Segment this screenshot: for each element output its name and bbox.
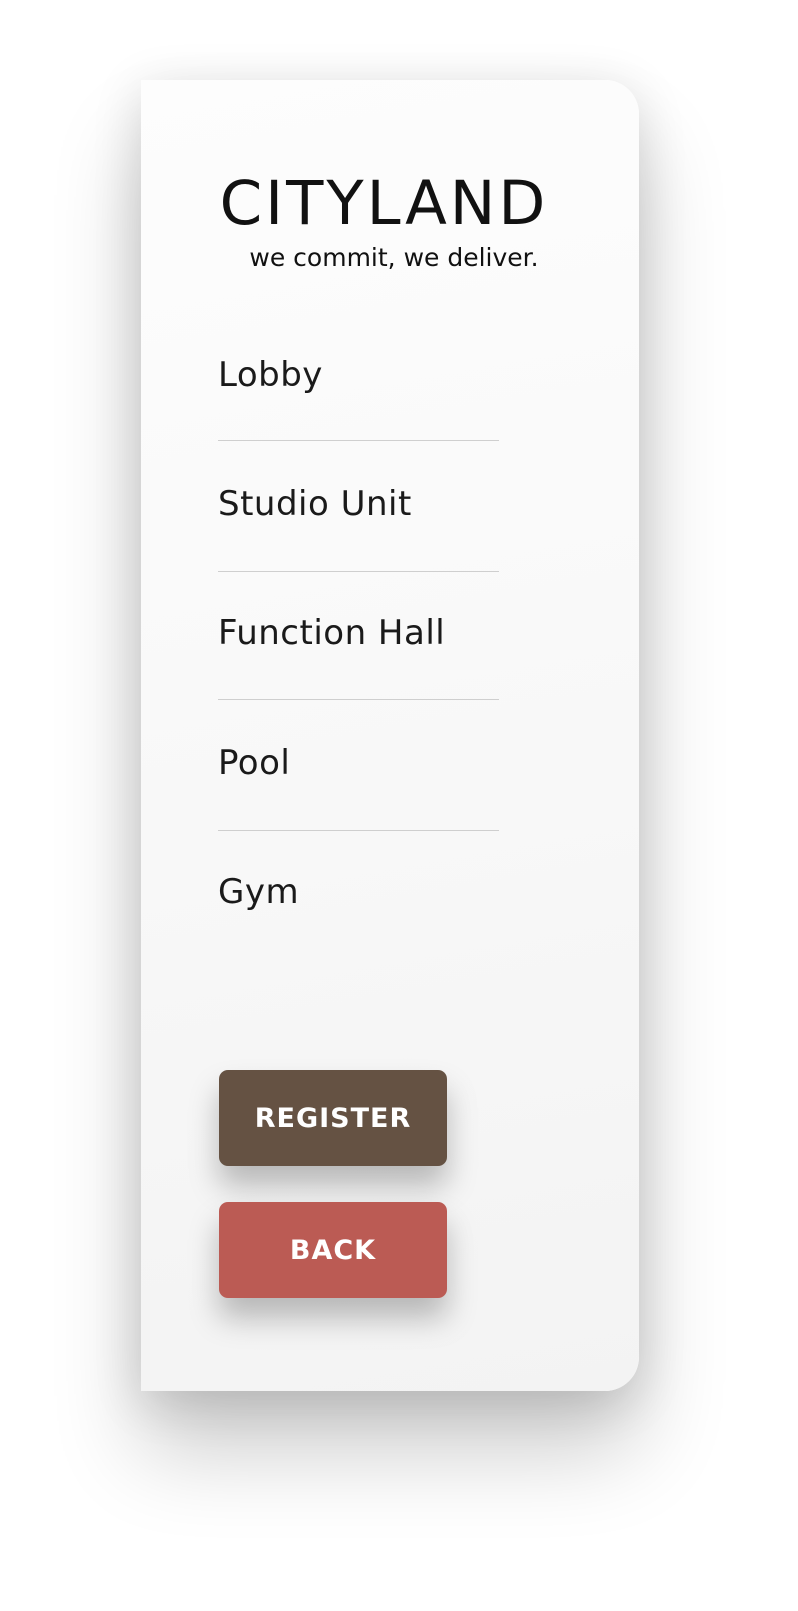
- menu-item-gym[interactable]: Gym: [218, 871, 499, 913]
- menu-item-lobby[interactable]: Lobby: [218, 354, 499, 396]
- menu-divider: [218, 571, 499, 572]
- menu-card: CITYLAND we commit, we deliver. Lobby St…: [141, 80, 639, 1391]
- back-button[interactable]: BACK: [219, 1202, 447, 1298]
- menu-divider: [218, 830, 499, 831]
- menu-divider: [218, 699, 499, 700]
- logo-wordmark: CITYLAND: [219, 168, 549, 239]
- menu-item-pool[interactable]: Pool: [218, 742, 499, 784]
- menu-item-function-hall[interactable]: Function Hall: [218, 612, 499, 654]
- menu-item-studio-unit[interactable]: Studio Unit: [218, 483, 499, 525]
- logo-tagline: we commit, we deliver.: [249, 243, 539, 272]
- page: CITYLAND we commit, we deliver. Lobby St…: [0, 0, 798, 1611]
- menu-divider: [218, 440, 499, 441]
- register-button[interactable]: REGISTER: [219, 1070, 447, 1166]
- cityland-logo: CITYLAND we commit, we deliver.: [217, 172, 551, 274]
